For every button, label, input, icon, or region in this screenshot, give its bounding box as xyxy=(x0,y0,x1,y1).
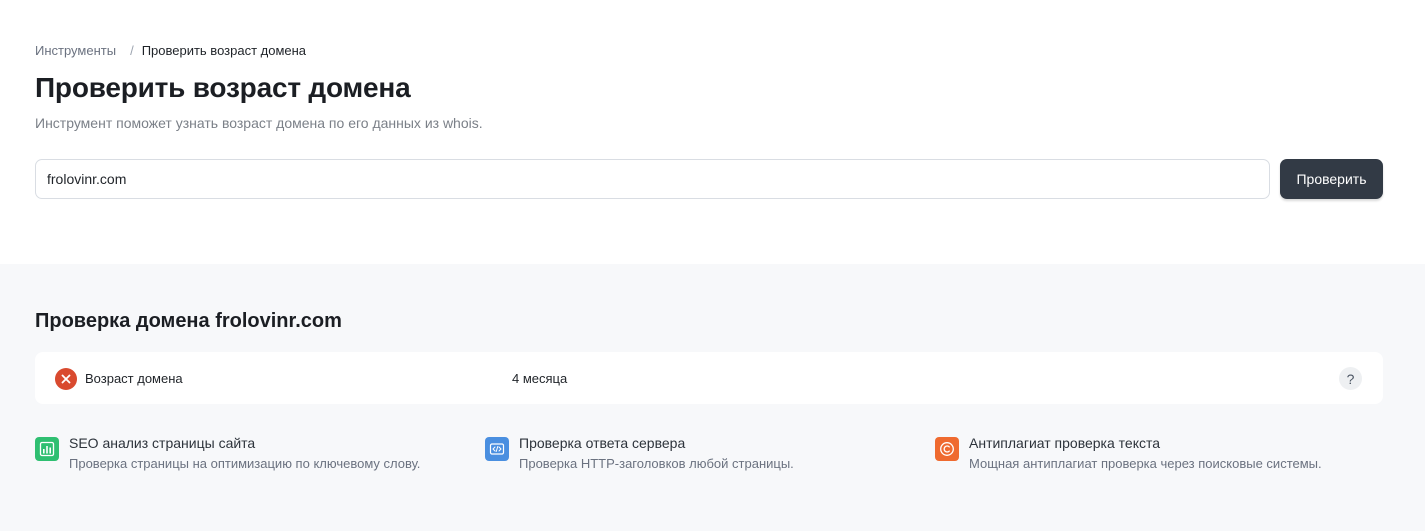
page-title: Проверить возраст домена xyxy=(35,72,411,103)
result-section: Проверка домена frolovinr.com Возраст до… xyxy=(0,264,1425,531)
domain-age-row: Возраст домена 4 месяца ? xyxy=(35,352,1383,404)
tool-name: SEO анализ страницы сайта xyxy=(69,435,256,451)
tool-description: Проверка страницы на оптимизацию по ключ… xyxy=(69,456,421,471)
domain-age-label: Возраст домена xyxy=(85,371,183,386)
breadcrumb-separator: / xyxy=(130,43,134,58)
check-button[interactable]: Проверить xyxy=(1280,159,1383,199)
close-icon xyxy=(55,368,77,390)
tool-description: Проверка HTTP-заголовков любой страницы. xyxy=(519,456,794,471)
tool-link-seo-analysis[interactable]: SEO анализ страницы сайта Проверка стран… xyxy=(35,435,455,475)
breadcrumb-current: Проверить возраст домена xyxy=(141,43,307,58)
tool-header-section: Инструменты / Проверить возраст домена П… xyxy=(0,0,1425,264)
page-subtitle: Инструмент поможет узнать возраст домена… xyxy=(35,115,483,131)
bar-chart-icon xyxy=(35,437,59,461)
tool-name: Антиплагиат проверка текста xyxy=(969,435,1161,451)
breadcrumb-tools-link[interactable]: Инструменты xyxy=(35,43,116,59)
domain-input[interactable] xyxy=(35,159,1270,199)
result-title: Проверка домена frolovinr.com xyxy=(35,310,342,332)
help-icon[interactable]: ? xyxy=(1339,367,1362,390)
breadcrumb: Инструменты / Проверить возраст домена xyxy=(35,43,306,59)
tool-link-antiplagiarism[interactable]: Антиплагиат проверка текста Мощная антип… xyxy=(935,435,1355,475)
tool-name: Проверка ответа сервера xyxy=(519,435,686,451)
tool-description: Мощная антиплагиат проверка через поиско… xyxy=(969,456,1322,471)
tool-link-server-response[interactable]: Проверка ответа сервера Проверка HTTP-за… xyxy=(485,435,905,475)
code-icon xyxy=(485,437,509,461)
domain-age-value: 4 месяца xyxy=(512,371,568,386)
copyright-icon xyxy=(935,437,959,461)
